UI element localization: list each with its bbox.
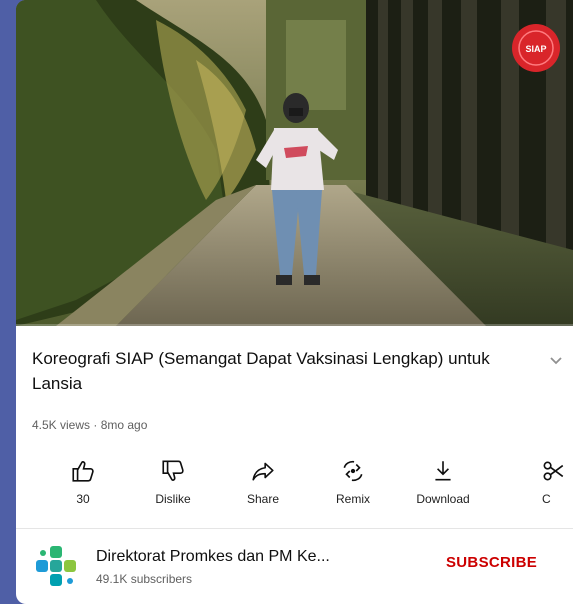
thumbs-down-icon	[162, 460, 184, 481]
share-icon	[252, 462, 274, 481]
action-bar: 30 Dislike Share Remix Download C	[16, 448, 573, 518]
watermark-badge-text: SIAP	[525, 44, 546, 54]
thumbs-up-icon	[72, 461, 94, 482]
video-thumbnail: SIAP	[16, 0, 573, 326]
clip-label: C	[542, 492, 551, 506]
download-button[interactable]: Download	[398, 448, 488, 516]
channel-subscribers: 49.1K subscribers	[96, 572, 193, 586]
chevron-down-icon[interactable]	[546, 350, 566, 370]
channel-logo-icon	[36, 546, 76, 586]
subscribe-button[interactable]: SUBSCRIBE	[446, 554, 537, 571]
video-card: SIAP Koreografi SIAP (Semangat Dapat Vak…	[16, 0, 573, 604]
clip-icon	[543, 461, 564, 481]
share-button[interactable]: Share	[218, 448, 308, 516]
video-title[interactable]: Koreografi SIAP (Semangat Dapat Vaksinas…	[32, 346, 512, 396]
channel-row: Direktorat Promkes dan PM Ke... 49.1K su…	[16, 532, 573, 604]
download-icon	[435, 461, 451, 481]
dislike-button[interactable]: Dislike	[128, 448, 218, 516]
channel-name[interactable]: Direktorat Promkes dan PM Ke...	[96, 548, 330, 566]
like-count: 30	[76, 492, 90, 506]
video-meta: 4.5K views · 8mo ago	[32, 418, 148, 432]
video-progress-bar[interactable]	[16, 324, 573, 326]
download-label: Download	[416, 492, 470, 506]
divider	[16, 528, 573, 529]
like-button[interactable]: 30	[38, 448, 128, 516]
clip-button[interactable]: C	[524, 448, 573, 516]
remix-icon	[343, 460, 363, 482]
share-label: Share	[246, 492, 280, 506]
remix-label: Remix	[335, 492, 370, 506]
channel-avatar[interactable]	[34, 544, 78, 588]
remix-button[interactable]: Remix	[308, 448, 398, 516]
video-player[interactable]: SIAP	[16, 0, 573, 326]
dislike-label: Dislike	[155, 492, 191, 506]
